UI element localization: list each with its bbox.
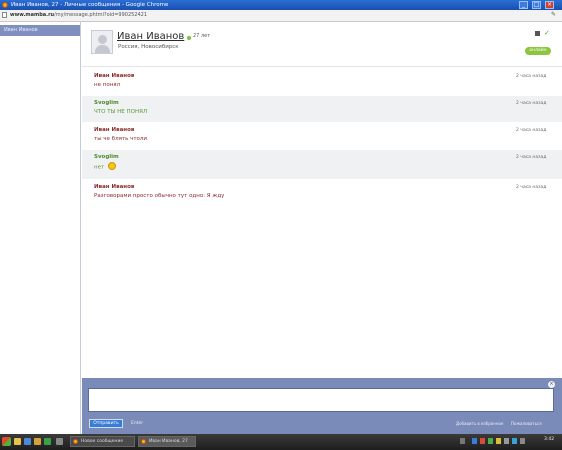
message-author[interactable]: Иван Иванов bbox=[94, 73, 134, 80]
page-icon bbox=[2, 12, 7, 18]
message-time: 2 часа назад bbox=[516, 155, 547, 160]
os-taskbar: Новое сообщение Иван Иванов, 27 3:42 bbox=[0, 434, 562, 450]
conversation-panel: Иван Иванов 27 лет Россия, Новосибирск ✓… bbox=[82, 22, 562, 378]
message-time: 2 часа назад bbox=[516, 185, 547, 190]
profile-age: 27 лет bbox=[193, 33, 211, 39]
message-composer: × Отправить Enter Добавить в избранное П… bbox=[82, 378, 562, 434]
photo-icon[interactable] bbox=[535, 31, 540, 36]
message-time: 2 часа назад bbox=[516, 101, 547, 106]
message-text: ЧТО ТЫ НЕ ПОНЯЛ bbox=[94, 109, 148, 115]
taskbar-task-active[interactable]: Иван Иванов, 27 bbox=[138, 436, 196, 447]
profile-name-link[interactable]: Иван Иванов bbox=[117, 31, 184, 43]
smiley-icon bbox=[108, 162, 117, 170]
chrome-icon bbox=[2, 2, 8, 8]
window-title: Иван Иванов, 27 - Личные сообщения - Goo… bbox=[11, 2, 169, 8]
address-bar[interactable]: www.mamba.ru/my/message.phtml?oid=990252… bbox=[0, 10, 562, 22]
message-text: Разговорами просто обычно тут одно: Я жд… bbox=[94, 193, 225, 199]
message-text-wrap: нет bbox=[94, 162, 117, 172]
tray-icon[interactable] bbox=[488, 438, 493, 444]
message-time: 2 часа назад bbox=[516, 74, 547, 79]
clock: 3:42 bbox=[544, 437, 555, 442]
message-text: ты че блять чтоли bbox=[94, 136, 147, 142]
sidebar-contact-active[interactable]: Иван Иванов bbox=[0, 25, 80, 36]
maximize-button[interactable]: □ bbox=[532, 1, 541, 9]
online-status-icon bbox=[187, 36, 191, 40]
chrome-icon bbox=[141, 439, 146, 444]
message-item: Иван Иванов ты че блять чтоли 2 часа наз… bbox=[82, 123, 562, 149]
tray-icon[interactable] bbox=[496, 438, 501, 444]
media-icon[interactable] bbox=[34, 438, 41, 445]
url-path: /my/message.phtml?oid=990252421 bbox=[54, 12, 148, 18]
folder-icon[interactable] bbox=[14, 438, 21, 445]
excel-icon[interactable] bbox=[44, 438, 51, 445]
message-author[interactable]: Svoglim bbox=[94, 154, 119, 161]
avatar-body-shape bbox=[95, 45, 110, 53]
volume-icon[interactable] bbox=[504, 438, 509, 444]
message-item: Svoglim нет 2 часа назад bbox=[82, 150, 562, 179]
message-author[interactable]: Svoglim bbox=[94, 100, 119, 107]
url-text[interactable]: www.mamba.ru/my/message.phtml?oid=990252… bbox=[10, 12, 147, 19]
taskbar-task-label: Иван Иванов, 27 bbox=[149, 439, 188, 444]
taskbar-task[interactable]: Новое сообщение bbox=[70, 436, 135, 447]
close-icon[interactable]: × bbox=[548, 381, 555, 388]
message-item: Иван Иванов Разговорами просто обычно ту… bbox=[82, 180, 562, 206]
status-badge: онлайн bbox=[525, 47, 551, 55]
avatar-head-shape bbox=[98, 35, 107, 44]
gift-icon[interactable]: ✓ bbox=[544, 30, 550, 37]
message-item: Иван Иванов не понял 2 часа назад bbox=[82, 69, 562, 95]
message-input[interactable] bbox=[88, 388, 554, 412]
taskbar-task-label: Новое сообщение bbox=[81, 439, 124, 444]
contacts-sidebar: Иван Иванов bbox=[0, 22, 81, 434]
message-time: 2 часа назад bbox=[516, 128, 547, 133]
avatar[interactable] bbox=[91, 30, 113, 54]
browser-title-bar: Иван Иванов, 27 - Личные сообщения - Goo… bbox=[0, 0, 562, 10]
tray-icon[interactable] bbox=[472, 438, 477, 444]
report-link[interactable]: Пожаловаться bbox=[511, 420, 542, 427]
wrench-icon[interactable]: ✎ bbox=[551, 12, 557, 18]
send-hint: Enter bbox=[131, 421, 144, 426]
send-button[interactable]: Отправить bbox=[89, 419, 123, 428]
network-icon[interactable] bbox=[512, 438, 517, 444]
chrome-icon bbox=[73, 439, 78, 444]
message-author[interactable]: Иван Иванов bbox=[94, 184, 134, 191]
start-button[interactable] bbox=[2, 437, 11, 446]
url-domain: www.mamba.ru bbox=[10, 12, 55, 18]
message-author[interactable]: Иван Иванов bbox=[94, 127, 134, 134]
close-window-button[interactable]: × bbox=[545, 1, 554, 9]
tray-icon[interactable] bbox=[460, 438, 465, 444]
minimize-button[interactable]: _ bbox=[519, 1, 528, 9]
message-text: нет bbox=[94, 164, 105, 171]
message-text: не понял bbox=[94, 82, 121, 88]
show-desktop-icon[interactable] bbox=[56, 438, 63, 445]
add-favorite-link[interactable]: Добавить в избранное bbox=[456, 420, 503, 427]
browser-quicklaunch-icon[interactable] bbox=[24, 438, 31, 445]
message-item: Svoglim ЧТО ТЫ НЕ ПОНЯЛ 2 часа назад bbox=[82, 96, 562, 122]
profile-location: Россия, Новосибирск bbox=[118, 44, 179, 50]
tray-icon[interactable] bbox=[480, 438, 485, 444]
language-icon[interactable] bbox=[520, 438, 525, 444]
header-divider bbox=[82, 66, 562, 67]
